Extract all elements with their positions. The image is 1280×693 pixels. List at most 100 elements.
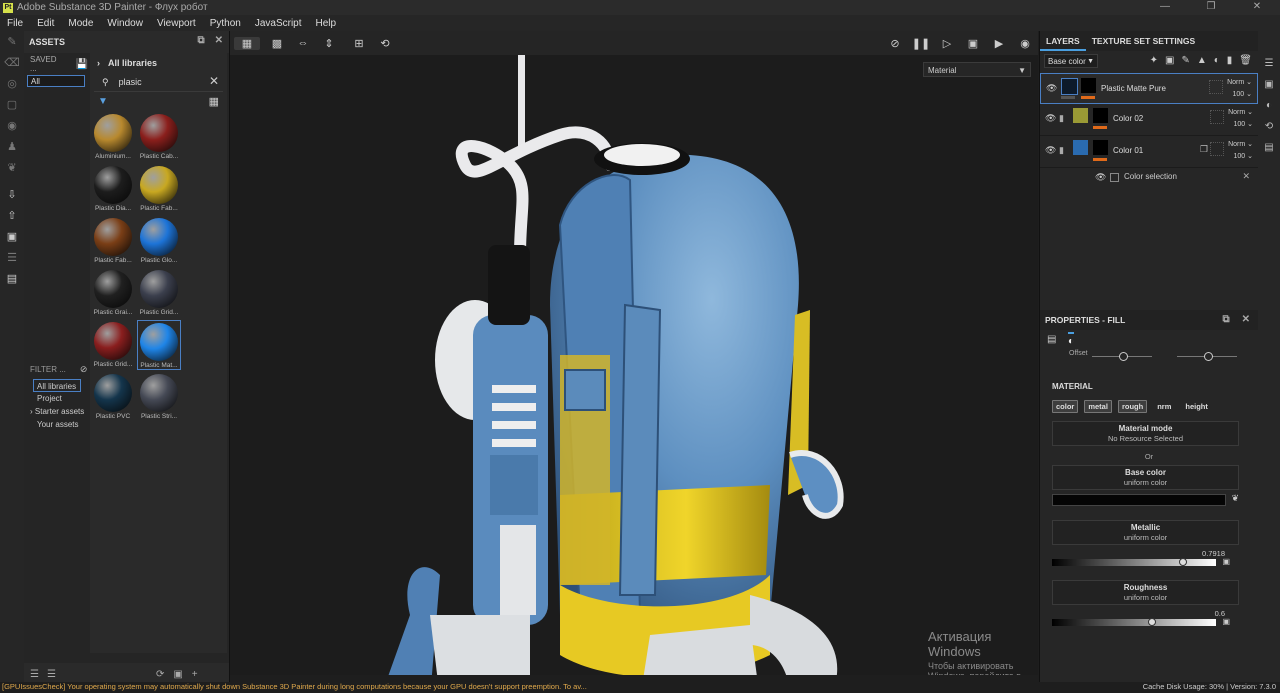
view-cube-icon[interactable]: ▣ bbox=[960, 37, 986, 50]
base-color-swatch[interactable]: ❦ bbox=[1052, 493, 1239, 506]
menu-python[interactable]: Python bbox=[203, 18, 248, 29]
search-bar[interactable]: ⚲ plasic ✕ bbox=[94, 73, 223, 92]
reset-icon[interactable]: ▣ bbox=[1222, 617, 1230, 626]
menu-javascript[interactable]: JavaScript bbox=[248, 18, 309, 29]
smudge-icon[interactable]: ◉ bbox=[0, 115, 24, 136]
close-icon[interactable]: ✕ bbox=[1234, 0, 1280, 15]
pause-icon[interactable]: ❚❚ bbox=[908, 37, 934, 50]
layer-color-02[interactable]: 👁 ▮ Color 02 Norm ⌄ 100 ⌄ bbox=[1040, 104, 1258, 136]
save-icon[interactable]: 💾 bbox=[76, 59, 88, 70]
saved-search-all[interactable]: All bbox=[27, 75, 85, 87]
material-thumbnail[interactable]: Plastic Cab... bbox=[137, 112, 181, 162]
clone-icon[interactable]: ♟ bbox=[0, 136, 24, 157]
undock-icon[interactable]: ⧉ bbox=[1222, 314, 1229, 325]
mirror-y-icon[interactable]: ⇕ bbox=[316, 37, 342, 50]
tab-layers[interactable]: LAYERS bbox=[1040, 31, 1086, 51]
mirror-x-icon[interactable]: ⇔ bbox=[290, 37, 316, 49]
clear-search-icon[interactable]: ✕ bbox=[209, 74, 219, 88]
layer-plastic-matte-pure[interactable]: 👁 Plastic Matte Pure Norm ⌄ 100 ⌄ bbox=[1040, 73, 1258, 104]
material-tab-icon[interactable]: ◐ bbox=[1068, 332, 1075, 347]
metallic-value[interactable]: 0.7918 bbox=[1040, 549, 1225, 558]
material-thumbnail[interactable]: Plastic Fab... bbox=[137, 164, 181, 214]
toggle-rough[interactable]: rough bbox=[1117, 400, 1148, 413]
log-panel-icon[interactable]: ▤ bbox=[1258, 137, 1280, 158]
menu-edit[interactable]: Edit bbox=[30, 18, 61, 29]
geometry-mask-icon[interactable]: ▢ bbox=[0, 94, 24, 115]
color-picker-icon[interactable]: ❦ bbox=[0, 157, 24, 178]
base-color-box[interactable]: Base color uniform color bbox=[1052, 465, 1239, 490]
offset-y-slider[interactable] bbox=[1177, 352, 1237, 361]
eraser-icon[interactable]: ⌫ bbox=[0, 52, 24, 73]
filter-your-assets[interactable]: Your assets bbox=[24, 418, 88, 431]
minimize-icon[interactable]: — bbox=[1142, 0, 1188, 15]
material-thumbnail[interactable]: Plastic Dia... bbox=[91, 164, 135, 214]
layers-panel-icon[interactable]: ☰ bbox=[1258, 53, 1280, 74]
effect-color-selection[interactable]: 👁 Color selection ✕ bbox=[1040, 168, 1258, 186]
roughness-slider[interactable]: ▣ bbox=[1052, 617, 1230, 626]
projection-icon[interactable]: ◎ bbox=[0, 73, 24, 94]
fill-settings-icon[interactable]: ▤ bbox=[1047, 334, 1056, 345]
offset-x-slider[interactable] bbox=[1092, 352, 1152, 361]
instance-icon[interactable]: ❐ bbox=[1200, 144, 1208, 155]
paint-layer-icon[interactable]: ✎ bbox=[1181, 55, 1189, 66]
filter-funnel-icon[interactable]: ▼ bbox=[98, 96, 108, 107]
metallic-box[interactable]: Metallic uniform color bbox=[1052, 520, 1239, 545]
menu-mode[interactable]: Mode bbox=[61, 18, 100, 29]
display-settings-icon[interactable]: ◐ bbox=[1258, 95, 1280, 116]
blend-mode[interactable]: Norm ⌄ 100 ⌄ bbox=[1227, 77, 1252, 101]
fill-layer-icon[interactable]: ▲ bbox=[1197, 55, 1207, 66]
blend-mode[interactable]: Norm ⌄ 100 ⌄ bbox=[1228, 139, 1253, 163]
screenshot-icon[interactable]: ◉ bbox=[1012, 37, 1038, 50]
viewport-3d[interactable]: ▦ ▩ ⇔ ⇕ ⊞ ⟲ ⊘ ❚❚ ▷ ▣ ▶ ◉ Material ▼ Акти… bbox=[230, 31, 1038, 675]
menu-window[interactable]: Window bbox=[100, 18, 150, 29]
channel-select[interactable]: Base color ▼ bbox=[1044, 54, 1098, 68]
eyedropper-icon[interactable]: ❦ bbox=[1231, 493, 1239, 504]
tree-view-icon[interactable]: ☰ bbox=[47, 669, 56, 680]
menu-help[interactable]: Help bbox=[309, 18, 344, 29]
filter-project[interactable]: Project bbox=[24, 392, 88, 405]
toggle-metal[interactable]: metal bbox=[1084, 400, 1112, 413]
effect-checkbox[interactable] bbox=[1110, 173, 1119, 182]
material-thumbnail[interactable]: Plastic PVC bbox=[91, 372, 135, 422]
metallic-slider-knob[interactable] bbox=[1179, 558, 1187, 566]
material-thumbnail[interactable]: Plastic Grid... bbox=[137, 268, 181, 318]
material-thumbnail[interactable]: Plastic Mat... bbox=[137, 320, 181, 370]
refresh-icon[interactable]: ⟳ bbox=[156, 669, 164, 680]
tab-texture-set-settings[interactable]: TEXTURE SET SETTINGS bbox=[1086, 31, 1201, 51]
menu-viewport[interactable]: Viewport bbox=[150, 18, 203, 29]
video-camera-icon[interactable]: ▶ bbox=[986, 37, 1012, 50]
blend-mode[interactable]: Norm ⌄ 100 ⌄ bbox=[1228, 107, 1253, 131]
hide-ui-icon[interactable]: ⊘ bbox=[882, 37, 908, 50]
visibility-eye-icon[interactable]: 👁 bbox=[1045, 113, 1056, 124]
new-folder-icon[interactable]: ▣ bbox=[173, 669, 182, 680]
material-thumbnail[interactable]: Aluminium... bbox=[91, 112, 135, 162]
paint-brush-icon[interactable]: ✎ bbox=[0, 31, 24, 52]
bake-icon[interactable]: ⇩ bbox=[0, 184, 24, 205]
filter-all-libraries[interactable]: All libraries bbox=[33, 379, 81, 392]
roughness-box[interactable]: Roughness uniform color bbox=[1052, 580, 1239, 605]
metallic-slider[interactable]: ▣ bbox=[1052, 557, 1230, 566]
material-thumbnail[interactable]: Plastic Grid... bbox=[91, 320, 135, 370]
material-thumbnail[interactable]: Plastic Fab... bbox=[91, 216, 135, 266]
chevron-right-icon[interactable]: › bbox=[97, 58, 100, 68]
filter-starter-assets[interactable]: › Starter assets bbox=[24, 405, 88, 418]
add-icon[interactable]: + bbox=[192, 669, 198, 680]
delete-icon[interactable]: 🗑 bbox=[1239, 55, 1252, 66]
toggle-height[interactable]: height bbox=[1181, 400, 1212, 413]
layers-stack-icon[interactable]: ☰ bbox=[0, 247, 24, 268]
cube-icon[interactable]: ▣ bbox=[0, 226, 24, 247]
visibility-eye-icon[interactable]: 👁 bbox=[1046, 83, 1057, 94]
visibility-eye-icon[interactable]: 👁 bbox=[1095, 172, 1106, 183]
menu-file[interactable]: File bbox=[0, 18, 30, 29]
camera-mode-icon[interactable]: ▷ bbox=[934, 37, 960, 50]
search-input[interactable]: plasic bbox=[119, 77, 142, 87]
material-mode-box[interactable]: Material mode No Resource Selected bbox=[1052, 421, 1239, 446]
mask-icon[interactable]: ▣ bbox=[1165, 55, 1174, 66]
list-view-icon[interactable]: ☰ bbox=[30, 669, 39, 680]
viewport-mode-select[interactable]: Material ▼ bbox=[923, 62, 1031, 77]
visibility-eye-icon[interactable]: 👁 bbox=[1045, 145, 1056, 156]
add-stencil-icon[interactable]: ⊞ bbox=[346, 37, 372, 50]
history-icon[interactable]: ⟲ bbox=[372, 37, 398, 50]
history-panel-icon[interactable]: ⟲ bbox=[1258, 116, 1280, 137]
maximize-icon[interactable]: ❐ bbox=[1188, 0, 1234, 15]
